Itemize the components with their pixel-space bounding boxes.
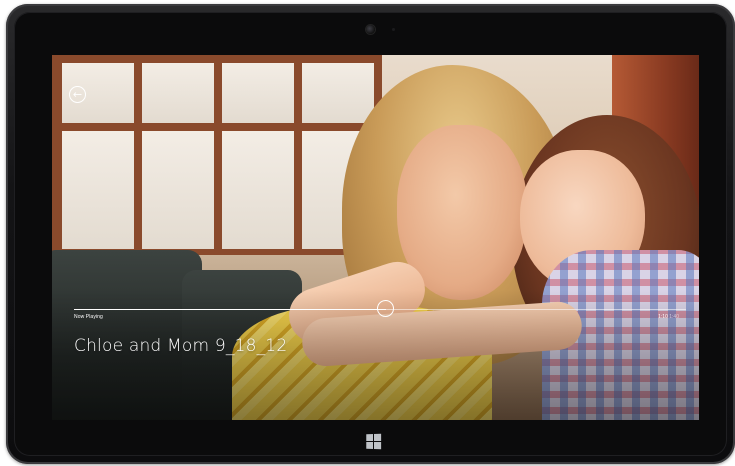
light-sensor [392,28,395,31]
back-button[interactable]: ← [69,86,86,103]
windows-logo-icon[interactable] [366,433,382,450]
video-title: Chloe and Mom 9_18_12 [74,336,288,356]
progress-thumb[interactable] [377,300,395,317]
progress-fill [74,309,387,310]
window-pane [142,131,214,249]
time-display: 1:10 1:40 [658,314,679,320]
window-pane [62,131,134,249]
elapsed-time: 1:10 [658,314,668,320]
total-time: 1:40 [669,314,679,320]
now-playing-label: Now Playing [74,314,103,320]
back-arrow-icon: ← [72,88,83,101]
window-pane [222,131,294,249]
playback-progress-bar[interactable] [74,300,686,317]
window-pane [222,63,294,123]
front-camera-icon [366,25,375,34]
video-player-screen[interactable]: ← Now Playing 1:10 1:40 Chloe and Mom 9_… [52,55,699,420]
window-pane [142,63,214,123]
window-pane [302,63,374,123]
